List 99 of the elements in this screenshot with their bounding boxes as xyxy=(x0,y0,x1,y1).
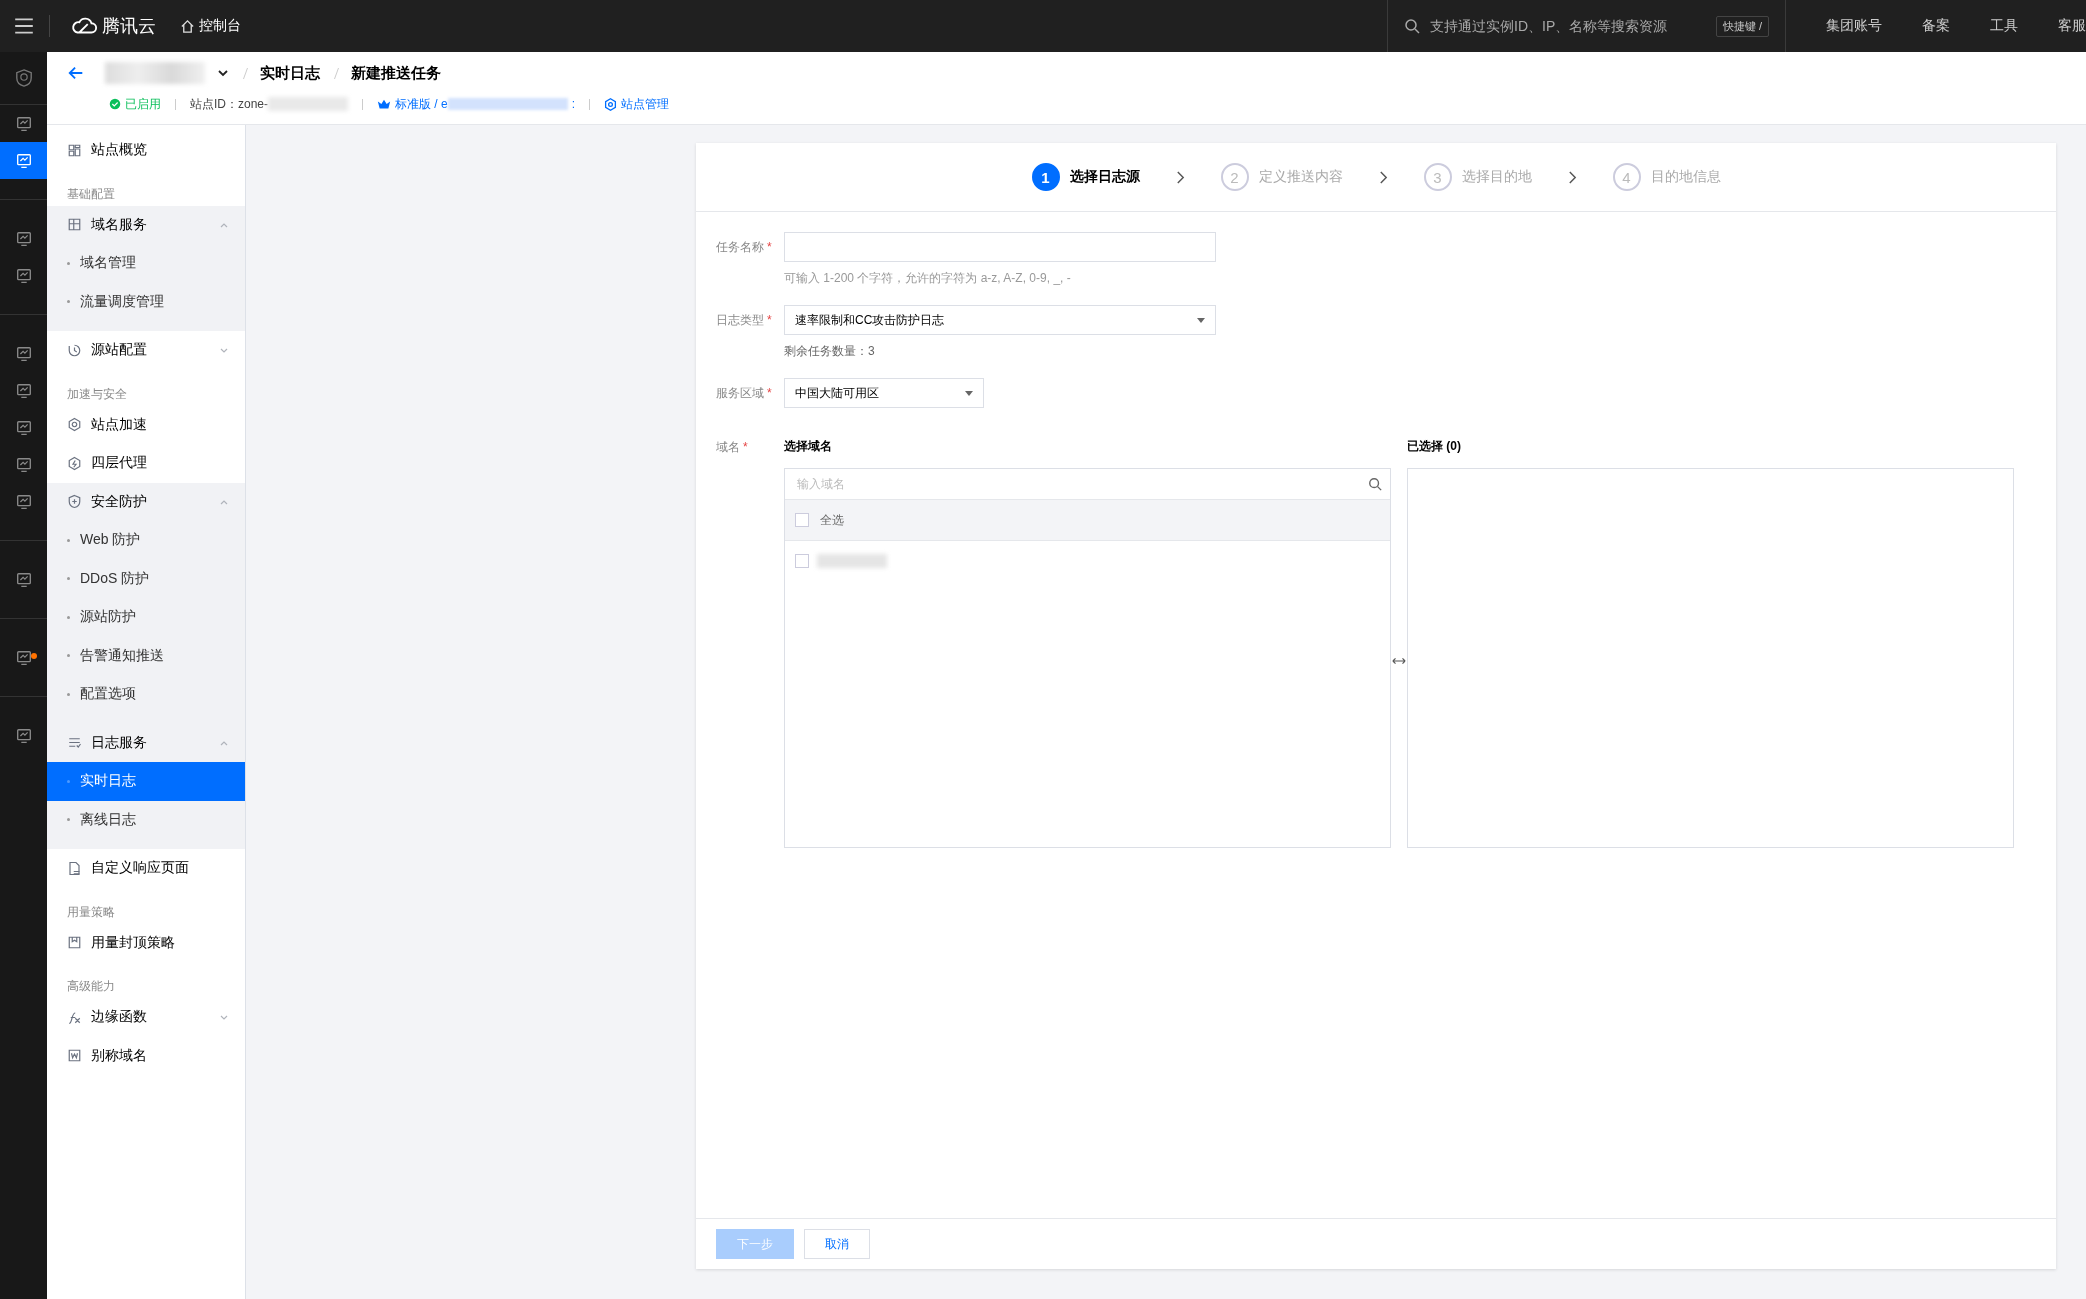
sidebar-subitem[interactable]: Web 防护 xyxy=(47,521,245,560)
notification-dot xyxy=(31,653,37,659)
search-icon xyxy=(1368,477,1382,491)
nav-icon xyxy=(14,648,33,667)
home-icon xyxy=(180,18,195,34)
sidebar-item[interactable]: 自定义响应页面 xyxy=(47,849,245,888)
field-label: 服务区域 * xyxy=(716,385,773,402)
sidebar-section-title: 用量策略 xyxy=(66,903,116,921)
menu-item-icon xyxy=(67,1048,82,1064)
menu-item-icon xyxy=(67,217,82,233)
sidebar-subitem[interactable]: 告警通知推送 xyxy=(47,636,245,675)
sidebar-subitem[interactable]: 实时日志 xyxy=(47,762,245,801)
wizard-step: 2 定义推送内容 xyxy=(1220,163,1343,191)
nav-icon xyxy=(14,344,33,363)
sidebar-item[interactable]: 别称域名 xyxy=(47,1036,245,1075)
nav-icon xyxy=(14,418,33,437)
topbar-link[interactable]: 客服 xyxy=(2058,17,2086,35)
sidebar-subitem[interactable]: 配置选项 xyxy=(47,675,245,714)
chevron-right-icon xyxy=(1175,170,1185,184)
sidebar-group-item[interactable]: 安全防护 xyxy=(47,482,245,521)
sidebar-section-title: 高级能力 xyxy=(66,978,116,995)
list-title: 选择域名 xyxy=(784,438,833,455)
remaining-tasks-note: 剩余任务数量：3 xyxy=(784,343,876,360)
select-all-checkbox[interactable] xyxy=(795,513,809,527)
plan-separator: : xyxy=(571,97,576,111)
field-label: 日志类型 * xyxy=(716,312,773,329)
caret-icon[interactable] xyxy=(217,67,229,79)
menu-item-icon xyxy=(67,455,82,471)
sidebar-group-item[interactable]: 边缘函数 xyxy=(47,998,245,1037)
crown-icon xyxy=(377,97,392,111)
sidebar-subitem[interactable]: 域名管理 xyxy=(47,244,245,283)
menu-item-icon xyxy=(67,735,82,751)
zone-id-label: 站点ID：zone- xyxy=(190,95,269,113)
sidebar-subitem[interactable]: 离线日志 xyxy=(47,800,245,839)
nav-icon xyxy=(14,726,33,745)
menu-item-icon xyxy=(67,342,82,358)
sidebar-subitem[interactable]: 源站防护 xyxy=(47,598,245,637)
sidebar-item[interactable]: 站点加速 xyxy=(47,405,245,444)
brand-name[interactable]: 腾讯云 xyxy=(102,14,156,38)
topbar-link[interactable]: 集团账号 xyxy=(1826,17,1882,35)
resize-handle-icon[interactable] xyxy=(1392,657,1406,665)
nav-icon xyxy=(14,114,33,133)
nav-icon xyxy=(14,570,33,589)
topbar-link[interactable]: 工具 xyxy=(1990,17,2018,35)
check-circle-icon xyxy=(109,98,121,110)
log-type-select[interactable]: 速率限制和CC攻击防护日志 xyxy=(784,305,1216,335)
menu-item-icon xyxy=(67,935,82,951)
rail-nav-item[interactable] xyxy=(0,142,47,179)
sidebar-section-title: 基础配置 xyxy=(66,185,116,203)
wizard-step: 3 选择目的地 xyxy=(1423,163,1532,191)
sidebar-group-item[interactable]: 域名服务 xyxy=(47,205,245,244)
chevron-right-icon xyxy=(1567,170,1577,184)
breadcrumb-item: 新建推送任务 xyxy=(351,63,441,83)
chevron-right-icon xyxy=(1378,170,1388,184)
cancel-button[interactable]: 取消 xyxy=(804,1229,870,1259)
dropdown-caret-icon xyxy=(965,390,973,396)
nav-icon xyxy=(14,492,33,511)
gear-icon xyxy=(604,97,618,111)
sidebar-group-item[interactable]: 日志服务 xyxy=(47,723,245,762)
sidebar-item[interactable]: 站点概览 xyxy=(47,131,245,170)
sidebar-item[interactable]: 四层代理 xyxy=(47,444,245,483)
search-field[interactable]: 支持通过实例ID、IP、名称等搜索资源 xyxy=(1428,17,1708,35)
field-label: 任务名称 * xyxy=(716,239,773,256)
nav-icon xyxy=(14,266,33,285)
checkbox-label: 全选 xyxy=(820,511,844,529)
nav-icon xyxy=(14,381,33,400)
nav-icon xyxy=(14,151,33,170)
menu-item-icon xyxy=(67,860,82,876)
sidebar-item[interactable]: 用量封顶策略 xyxy=(47,923,245,962)
sidebar-subitem[interactable]: 流量调度管理 xyxy=(47,282,245,321)
nav-icon xyxy=(14,229,33,248)
plan-link[interactable]: 标准版 / e xyxy=(395,95,448,113)
topbar-link[interactable]: 备案 xyxy=(1922,17,1950,35)
wizard-step: 1 选择日志源 xyxy=(1031,163,1140,191)
site-manage-link[interactable]: 站点管理 xyxy=(604,95,670,113)
task-name-input[interactable] xyxy=(784,232,1216,262)
sidebar-group-item[interactable]: 源站配置 xyxy=(47,331,245,370)
field-hint: 可输入 1-200 个字符，允许的字符为 a-z, A-Z, 0-9, _, - xyxy=(784,270,1072,287)
menu-item-icon xyxy=(67,494,82,510)
back-arrow-icon[interactable] xyxy=(67,64,85,82)
domain-checkbox[interactable] xyxy=(795,554,809,568)
field-label: 域名 * xyxy=(716,439,749,456)
shield-icon[interactable] xyxy=(14,69,33,87)
redacted-domain xyxy=(817,554,887,568)
sidebar-subitem[interactable]: DDoS 防护 xyxy=(47,559,245,598)
nav-icon xyxy=(14,455,33,474)
dropdown-caret-icon xyxy=(1197,317,1205,323)
list-title: 已选择 (0) xyxy=(1407,438,1462,455)
cloud-logo-icon[interactable] xyxy=(70,16,98,36)
breadcrumb-item[interactable]: 实时日志 xyxy=(260,63,320,83)
menu-item-icon xyxy=(67,417,82,433)
shortcut-badge: 快捷键 / xyxy=(1715,15,1769,37)
region-select[interactable]: 中国大陆可用区 xyxy=(784,378,984,408)
menu-item-icon xyxy=(67,142,82,158)
console-link[interactable]: 控制台 xyxy=(180,17,241,35)
sidebar-section-title: 加速与安全 xyxy=(66,385,128,403)
search-icon xyxy=(1404,18,1420,34)
status-label: 已启用 xyxy=(109,95,161,113)
wizard-step: 4 目的地信息 xyxy=(1612,163,1721,191)
